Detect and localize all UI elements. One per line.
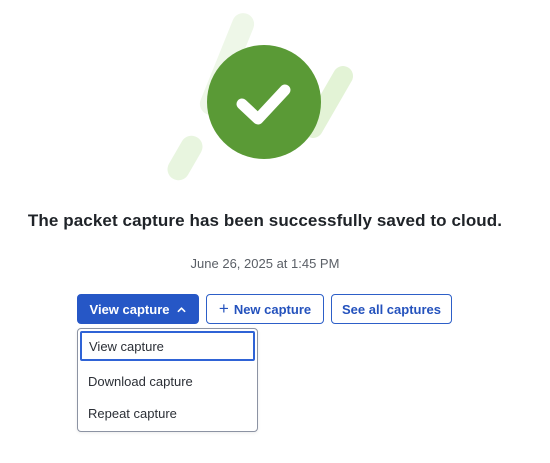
success-message: The packet capture has been successfully… <box>27 211 503 230</box>
menu-item-label: View capture <box>89 338 164 354</box>
success-illustration <box>167 13 353 181</box>
view-capture-dropdown-button[interactable]: View capture <box>77 294 199 324</box>
view-capture-button-label: View capture <box>89 301 170 317</box>
plus-icon: + <box>218 298 229 318</box>
view-capture-dropdown-menu: View capture Download capture Repeat cap… <box>77 328 258 432</box>
capture-timestamp: June 26, 2025 at 1:45 PM <box>190 256 340 271</box>
new-capture-button[interactable]: + New capture <box>206 294 324 324</box>
capture-success-page: The packet capture has been successfully… <box>0 0 550 463</box>
menu-item-view-capture[interactable]: View capture <box>80 331 255 361</box>
menu-item-repeat-capture[interactable]: Repeat capture <box>80 398 255 428</box>
see-all-captures-button[interactable]: See all captures <box>331 294 452 324</box>
see-all-captures-button-label: See all captures <box>342 301 441 317</box>
chevron-up-icon <box>178 306 186 312</box>
menu-item-download-capture[interactable]: Download capture <box>80 366 255 396</box>
new-capture-button-label: New capture <box>233 301 312 317</box>
menu-item-label: Repeat capture <box>88 405 177 421</box>
checkmark-circle-icon <box>207 45 321 159</box>
menu-item-label: Download capture <box>88 373 193 389</box>
